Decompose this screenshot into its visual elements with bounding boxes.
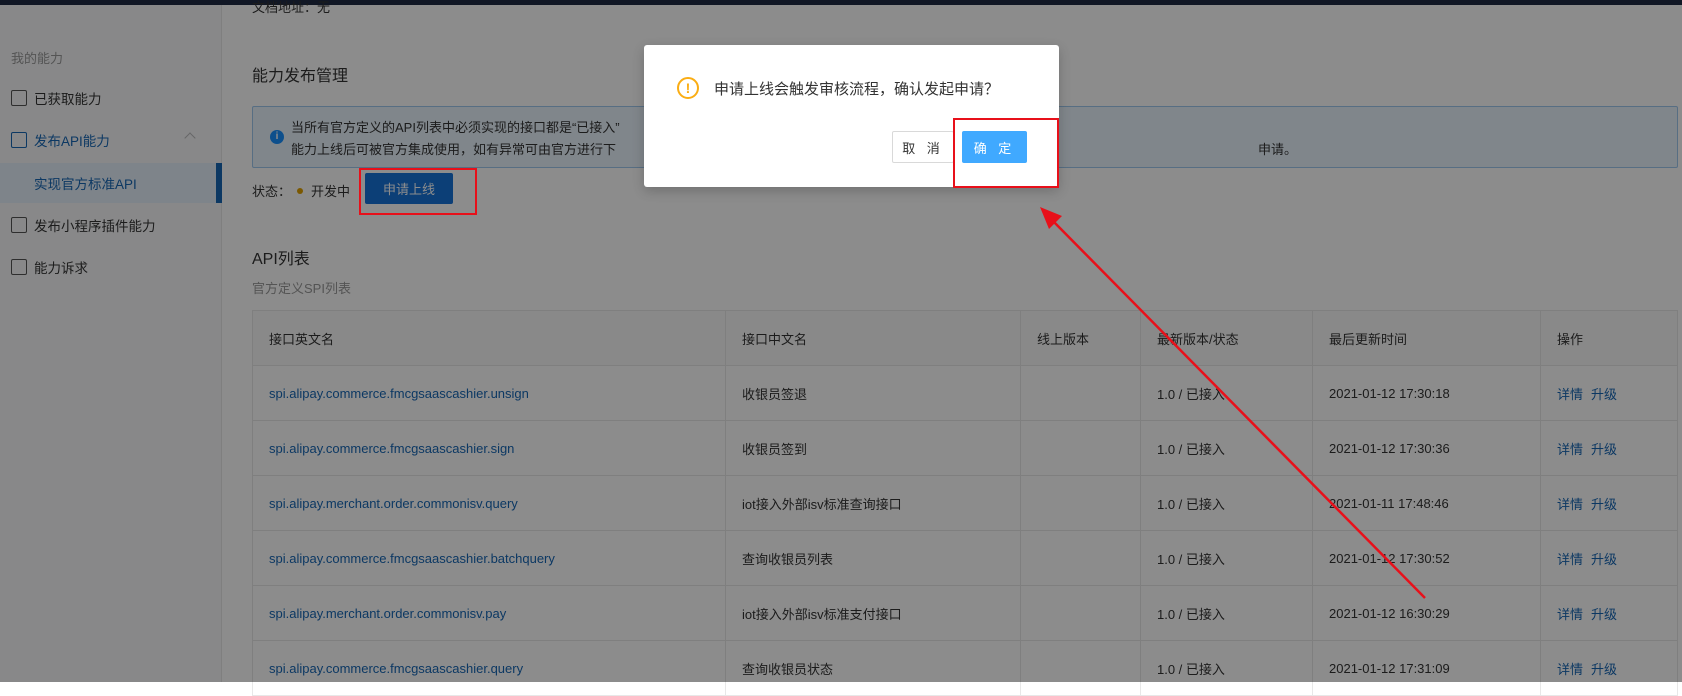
arrow-line: [1049, 217, 1426, 599]
annotation-arrow: [1040, 207, 1426, 599]
